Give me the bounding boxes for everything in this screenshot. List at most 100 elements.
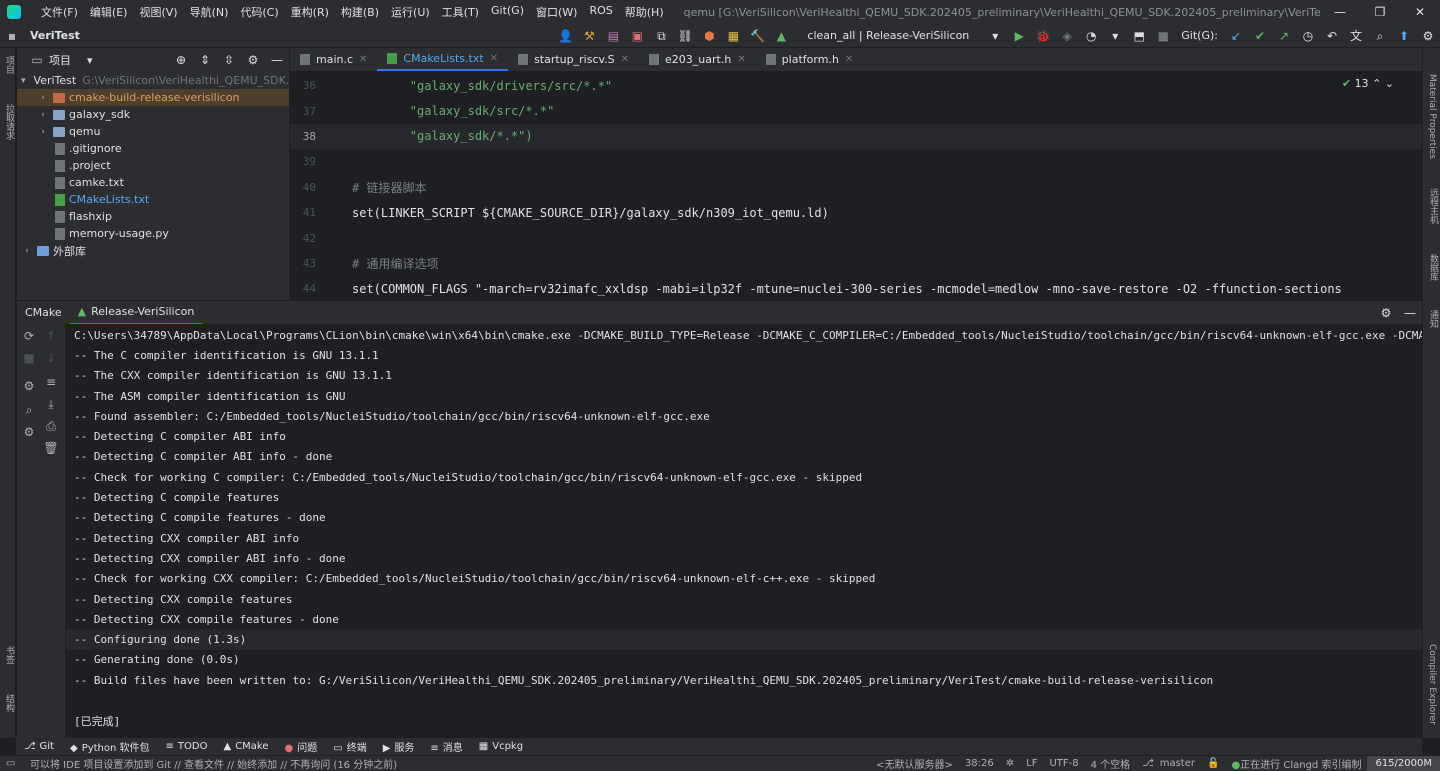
profile-icon[interactable]: ◔	[1083, 28, 1099, 44]
editor-tab[interactable]: startup_riscv.S ✕	[508, 47, 639, 71]
collapse-all-icon[interactable]: ⇳	[221, 52, 237, 68]
console-output[interactable]: C:\Users\34789\AppData\Local\Programs\CL…	[66, 324, 1422, 738]
git-update-icon[interactable]: ↙	[1228, 28, 1244, 44]
code-line[interactable]: 43 # 通用编译选项	[290, 251, 1422, 276]
chevron-down-icon[interactable]: ▾	[987, 28, 1003, 44]
status-message[interactable]: 可以将 IDE 项目设置添加到 Git // 查看文件 // 始终添加 // 不…	[0, 756, 870, 771]
menu-item-1[interactable]: 编辑(E)	[84, 4, 134, 20]
menu-item-5[interactable]: 重构(R)	[285, 4, 335, 20]
update-icon[interactable]: ⬆	[1396, 28, 1412, 44]
notes-icon[interactable]: ▦	[725, 28, 741, 44]
code-line[interactable]: 42	[290, 225, 1422, 250]
bottom-tab[interactable]: ▲ CMake	[215, 741, 276, 752]
project-panel-title[interactable]: 项目	[49, 52, 71, 68]
chevron-right-icon[interactable]: ›	[37, 110, 49, 120]
code-line[interactable]: 40 # 链接器脚本	[290, 175, 1422, 200]
menu-item-7[interactable]: 运行(U)	[385, 4, 436, 20]
code-line[interactable]: 41 set(LINKER_SCRIPT ${CMAKE_SOURCE_DIR}/…	[290, 200, 1422, 225]
tree-item[interactable]: flashxip	[17, 208, 289, 225]
code-line[interactable]: 36 "galaxy_sdk/drivers/src/*.*"	[290, 73, 1422, 98]
reload-icon[interactable]: ⟳	[21, 328, 37, 344]
translate-icon[interactable]: 文	[1348, 28, 1364, 44]
bottom-tab[interactable]: ▦ Vcpkg	[471, 741, 531, 752]
attach-icon[interactable]: ⬒	[1131, 28, 1147, 44]
code-line[interactable]: 44 set(COMMON_FLAGS "-march=rv32imafc_xxl…	[290, 276, 1422, 300]
bottom-tab[interactable]: ▭ 终端	[325, 739, 374, 754]
menu-item-3[interactable]: 导航(N)	[184, 4, 235, 20]
tree-item[interactable]: .gitignore	[17, 140, 289, 157]
stop-icon[interactable]: ■	[21, 350, 37, 366]
memory-indicator[interactable]: 615/2000M	[1367, 755, 1440, 771]
menu-item-6[interactable]: 构建(B)	[335, 4, 385, 20]
menu-item-10[interactable]: 窗口(W)	[530, 4, 583, 20]
inspection-widget[interactable]: ✔ 13 ⌃ ⌄	[1342, 77, 1394, 90]
server-selector[interactable]: <无默认服务器>	[870, 756, 959, 771]
code-line[interactable]: 37 "galaxy_sdk/src/*.*"	[290, 98, 1422, 123]
code-editor[interactable]: ✔ 13 ⌃ ⌄ 36 "galaxy_sdk/drivers/src/*.*"…	[290, 73, 1422, 300]
tool-window-tab[interactable]: ▲ Release-VeriSilicon	[69, 301, 203, 325]
code-line[interactable]: 38 "galaxy_sdk/*.*")	[290, 123, 1422, 150]
indexing-status[interactable]: ●正在进行 Clangd 索引编制	[1225, 756, 1367, 771]
plugin-icon[interactable]: ⬢	[701, 28, 717, 44]
build-icon[interactable]: 🔨	[749, 28, 765, 44]
close-icon[interactable]: ✕	[490, 53, 498, 64]
hide-icon[interactable]: —	[1402, 305, 1418, 321]
report-icon[interactable]: ▤	[605, 28, 621, 44]
menu-item-11[interactable]: ROS	[583, 4, 618, 20]
bottom-tab[interactable]: ▶ 服务	[375, 739, 423, 754]
tree-item[interactable]: › qemu	[17, 123, 289, 140]
settings-icon[interactable]: ⚙	[245, 52, 261, 68]
minimize-icon[interactable]: —	[1320, 5, 1360, 19]
stripe-bookmarks-label[interactable]: 书签	[3, 646, 16, 664]
trash-icon[interactable]: 🗑	[43, 440, 59, 456]
menu-item-8[interactable]: 工具(T)	[436, 4, 485, 20]
debug-icon[interactable]: 🐞	[1035, 28, 1051, 44]
link-icon[interactable]: ⛓	[677, 28, 693, 44]
indent-setting[interactable]: 4 个空格	[1085, 756, 1137, 771]
user-icon[interactable]: 👤	[557, 28, 573, 44]
history-icon[interactable]: ◷	[1300, 28, 1316, 44]
expand-all-icon[interactable]: ⇕	[197, 52, 213, 68]
soft-wrap-icon[interactable]: ≡	[43, 374, 59, 390]
tool-window-tab[interactable]: CMake	[17, 301, 70, 325]
tree-item[interactable]: .project	[17, 157, 289, 174]
down-arrow-icon[interactable]: ↓	[43, 350, 59, 366]
git-commit-icon[interactable]: ✔	[1252, 28, 1268, 44]
editor-tab[interactable]: e203_uart.h ✕	[639, 47, 756, 71]
chevron-down-icon[interactable]: ▾	[87, 54, 93, 67]
chevron-down-icon[interactable]: ▾	[21, 76, 26, 86]
close-icon[interactable]: ✕	[845, 54, 853, 65]
menu-item-0[interactable]: 文件(F)	[35, 4, 84, 20]
gear-icon[interactable]: ⚙	[21, 424, 37, 440]
stripe-database-label[interactable]: 数据库	[1427, 254, 1440, 281]
run-config-selector[interactable]: clean_all | Release-VeriSilicon	[801, 28, 975, 43]
coverage-icon[interactable]: ◈	[1059, 28, 1075, 44]
tree-item[interactable]: › cmake-build-release-verisilicon	[17, 89, 289, 106]
build-hammer-icon[interactable]: ⚒	[581, 28, 597, 44]
stripe-structure-label[interactable]: 结构	[3, 694, 16, 712]
rollback-icon[interactable]: ↶	[1324, 28, 1340, 44]
chevron-right-icon[interactable]: ›	[37, 93, 49, 103]
git-push-icon[interactable]: ↗	[1276, 28, 1292, 44]
up-arrow-icon[interactable]: ↑	[43, 328, 59, 344]
bottom-tab[interactable]: ● 问题	[277, 739, 326, 754]
menu-item-4[interactable]: 代码(C)	[234, 4, 284, 20]
chevron-up-icon[interactable]: ⌃	[1372, 77, 1381, 90]
print-icon[interactable]: ⎙	[43, 418, 59, 434]
bottom-tab[interactable]: ⎇ Git	[16, 741, 62, 752]
tree-item[interactable]: memory-usage.py	[17, 225, 289, 242]
chevron-right-icon[interactable]: ›	[21, 246, 33, 256]
locate-icon[interactable]: ⊕	[173, 52, 189, 68]
tree-item[interactable]: ▾ VeriTest G:\VeriSilicon\VeriHealthi_QEMU…	[17, 72, 289, 89]
tree-item[interactable]: CMakeLists.txt	[17, 191, 289, 208]
git-branch[interactable]: master	[1160, 758, 1201, 769]
tree-item[interactable]: › 外部库	[17, 242, 289, 259]
stripe-pull-requests-label[interactable]: 拉取请求	[3, 104, 16, 140]
bottom-tab[interactable]: ◆ Python 软件包	[62, 739, 158, 754]
menu-item-12[interactable]: 帮助(H)	[619, 4, 670, 20]
tree-item[interactable]: › galaxy_sdk	[17, 106, 289, 123]
stripe-material-properties-label[interactable]: Material Properties	[1427, 74, 1437, 159]
tree-item[interactable]: camke.txt	[17, 174, 289, 191]
more-run-icon[interactable]: ▾	[1107, 28, 1123, 44]
close-icon[interactable]: ✕	[1400, 5, 1440, 19]
